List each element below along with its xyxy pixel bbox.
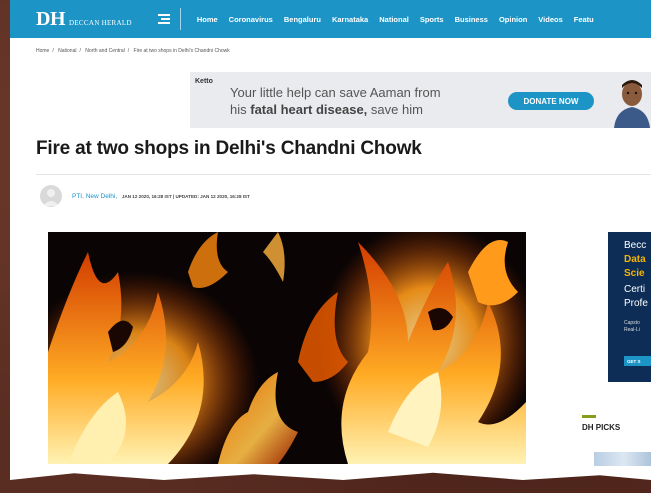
breadcrumb-north-central[interactable]: North and Central <box>85 48 124 54</box>
publish-timestamp: JAN 12 2020, 16:28 IST | UPDATED: JAN 12… <box>121 194 250 199</box>
ad-line-1: Your little help can save Aaman from <box>230 85 441 100</box>
logo-wordmark: DECCAN HERALD <box>69 18 132 27</box>
nav-links: Home Coronavirus Bengaluru Karnataka Nat… <box>197 15 605 24</box>
author-link[interactable]: PTI, New Delhi, <box>72 193 117 200</box>
web-page: DH DECCAN HERALD Home Coronavirus Bengal… <box>10 0 651 480</box>
hamburger-menu-icon[interactable] <box>157 14 170 24</box>
nav-home[interactable]: Home <box>197 15 218 24</box>
side-ad-line-6: Capsto <box>624 320 640 326</box>
article-image <box>48 232 526 464</box>
donate-now-button[interactable]: DONATE NOW <box>508 92 594 110</box>
nav-bengaluru[interactable]: Bengaluru <box>284 15 321 24</box>
nav-coronavirus[interactable]: Coronavirus <box>229 15 273 24</box>
author-avatar <box>40 185 62 207</box>
logo-mark: DH <box>36 7 66 30</box>
article-title: Fire at two shops in Delhi's Chandni Cho… <box>36 138 422 159</box>
side-ad-line-1: Becc <box>624 240 647 251</box>
dh-picks-heading: DH PICKS <box>582 423 621 432</box>
title-divider <box>36 174 651 175</box>
nav-business[interactable]: Business <box>455 15 488 24</box>
side-ad-data-science[interactable]: Becc Data Scie Certi Profe Capsto Real-L… <box>608 232 651 382</box>
nav-videos[interactable]: Videos <box>538 15 562 24</box>
ad-line-2: his fatal heart disease, save him <box>230 102 423 117</box>
side-ad-cta-button[interactable]: GET S <box>624 356 651 366</box>
child-photo <box>610 76 651 128</box>
side-ad-line-4: Certi <box>624 284 646 295</box>
donation-ad-banner[interactable]: Ketto Your little help can save Aaman fr… <box>190 72 651 128</box>
side-ad-line-2: Data <box>624 254 646 265</box>
side-ad-line-7: Real-Li <box>624 327 640 333</box>
nav-national[interactable]: National <box>379 15 409 24</box>
breadcrumb-home[interactable]: Home <box>36 48 49 54</box>
nav-opinion[interactable]: Opinion <box>499 15 527 24</box>
top-navbar: DH DECCAN HERALD Home Coronavirus Bengal… <box>10 0 651 38</box>
user-icon <box>43 189 59 206</box>
fire-photo <box>48 232 526 464</box>
breadcrumb: Home / National / North and Central / Fire … <box>36 48 230 54</box>
nav-features[interactable]: Featu <box>574 15 594 24</box>
side-ad-line-5: Profe <box>624 298 648 309</box>
ad-brand: Ketto <box>195 78 213 85</box>
dh-picks-thumbnail[interactable] <box>594 452 651 466</box>
nav-divider <box>179 8 181 30</box>
site-logo[interactable]: DH DECCAN HERALD <box>36 8 132 31</box>
nav-karnataka[interactable]: Karnataka <box>332 15 368 24</box>
nav-sports[interactable]: Sports <box>420 15 444 24</box>
side-ad-line-3: Scie <box>624 268 645 279</box>
byline: PTI, New Delhi, JAN 12 2020, 16:28 IST |… <box>72 193 250 200</box>
breadcrumb-national[interactable]: National <box>58 48 76 54</box>
breadcrumb-current: Fire at two shops in Delhi's Chandni Cho… <box>133 48 230 54</box>
ad-text: Your little help can save Aaman from his… <box>230 84 441 118</box>
picks-accent-bar <box>582 415 596 418</box>
